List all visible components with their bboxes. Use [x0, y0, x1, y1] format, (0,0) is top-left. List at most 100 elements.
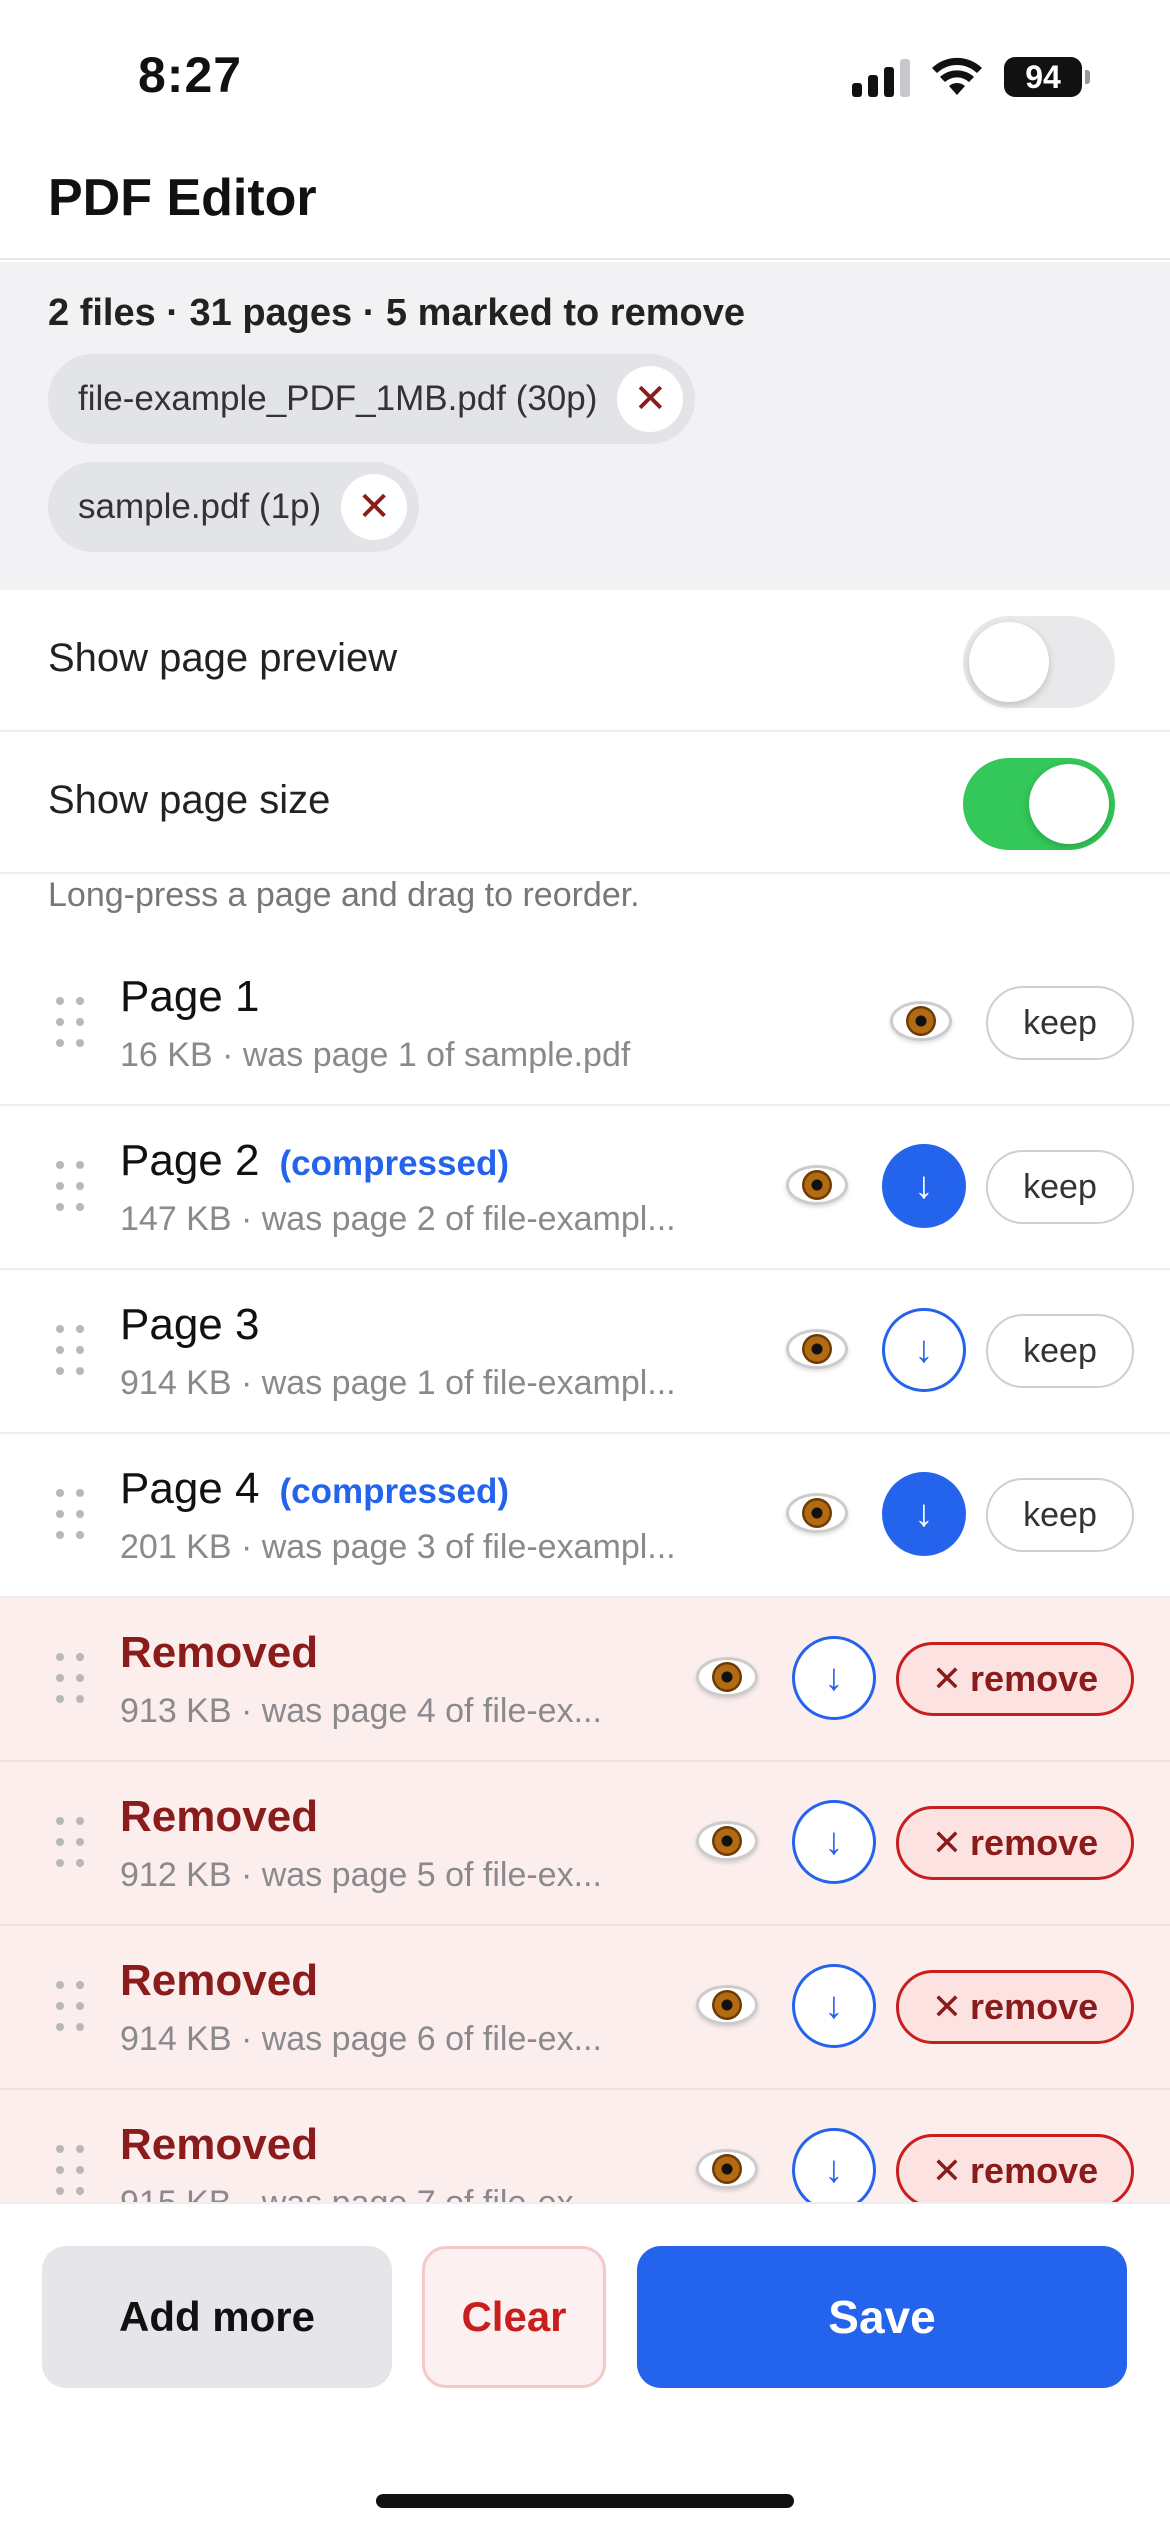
arrow-down-icon[interactable]: ↓	[882, 1308, 966, 1392]
eye-icon[interactable]	[692, 1642, 762, 1712]
page-row[interactable]: Page 4 (compressed) 201 KB · was page 3 of…	[0, 1434, 1170, 1598]
arrow-down-icon[interactable]: ↓	[792, 1636, 876, 1720]
close-icon: ✕	[931, 1822, 963, 1863]
close-icon[interactable]: ✕	[617, 366, 684, 432]
page-row[interactable]: Page 3 914 KB · was page 1 of file-exampl…	[0, 1270, 1170, 1434]
eye-icon[interactable]	[886, 986, 956, 1056]
drag-handle-icon[interactable]	[56, 1161, 84, 1215]
page-row[interactable]: Removed 913 KB · was page 4 of file-ex...…	[0, 1598, 1170, 1762]
page-title-text: Page 1	[120, 972, 260, 1021]
page-title-text: Page 3	[120, 1300, 260, 1349]
page-title: Page 2 (compressed)	[120, 1136, 509, 1186]
page-title: PDF Editor	[48, 169, 317, 227]
setting-label: Show page size	[48, 778, 331, 822]
battery-level: 94	[1004, 57, 1082, 97]
eye-icon[interactable]	[782, 1478, 852, 1548]
page-row[interactable]: Removed 915 KB · was page 7 of file-ex...…	[0, 2090, 1170, 2202]
save-button[interactable]: Save	[637, 2246, 1127, 2388]
arrow-down-icon[interactable]: ↓	[882, 1472, 966, 1556]
remove-button[interactable]: ✕ remove	[896, 1806, 1134, 1880]
bottom-toolbar: Add more Clear Save	[0, 2202, 1170, 2532]
file-chip-label: file-example_PDF_1MB.pdf (30p)	[78, 379, 598, 418]
eye-icon[interactable]	[782, 1150, 852, 1220]
page-title: Removed	[120, 1792, 318, 1842]
show-page-size-toggle[interactable]	[963, 758, 1115, 850]
remove-button-label: remove	[970, 2150, 1099, 2191]
page-title-text: Removed	[120, 1792, 319, 1841]
arrow-down-icon[interactable]: ↓	[882, 1144, 966, 1228]
eye-icon[interactable]	[782, 1314, 852, 1384]
cellular-signal-icon	[852, 57, 910, 97]
battery-icon: 94	[1004, 57, 1090, 97]
page-title: Page 3	[120, 1300, 259, 1350]
status-bar: 8:27 94	[0, 0, 1170, 150]
page-meta: 915 KB · was page 7 of file-ex...	[120, 2184, 672, 2202]
page-list[interactable]: Page 1 16 KB · was page 1 of sample.pdf ke…	[0, 942, 1170, 2202]
reorder-hint: Long-press a page and drag to reorder.	[48, 876, 640, 914]
page-row[interactable]: Page 2 (compressed) 147 KB · was page 2 of…	[0, 1106, 1170, 1270]
arrow-down-icon[interactable]: ↓	[792, 1964, 876, 2048]
close-icon: ✕	[931, 1658, 963, 1699]
page-row[interactable]: Page 1 16 KB · was page 1 of sample.pdf ke…	[0, 942, 1170, 1106]
keep-button[interactable]: keep	[986, 1314, 1134, 1388]
drag-handle-icon[interactable]	[56, 1981, 84, 2035]
page-meta: 914 KB · was page 1 of file-exampl...	[120, 1364, 676, 1402]
page-title-text: Removed	[120, 1628, 319, 1677]
page-title-text: Page 4	[120, 1464, 260, 1513]
nav-bar: PDF Editor	[0, 150, 1170, 260]
remove-button-label: remove	[970, 1658, 1099, 1699]
home-indicator	[376, 2494, 794, 2508]
wifi-icon	[932, 57, 982, 95]
remove-button[interactable]: ✕ remove	[896, 2134, 1134, 2202]
eye-icon[interactable]	[692, 1970, 762, 2040]
status-time: 8:27	[138, 47, 243, 103]
drag-handle-icon[interactable]	[56, 1489, 84, 1543]
page-title-text: Removed	[120, 1956, 319, 2005]
show-page-preview-toggle[interactable]	[963, 616, 1115, 708]
eye-icon[interactable]	[692, 1806, 762, 1876]
page-title: Removed	[120, 1628, 318, 1678]
arrow-down-icon[interactable]: ↓	[792, 2128, 876, 2202]
keep-button[interactable]: keep	[986, 1150, 1134, 1224]
file-chip-label: sample.pdf (1p)	[78, 487, 322, 526]
compressed-badge: (compressed)	[279, 1144, 509, 1183]
drag-handle-icon[interactable]	[56, 997, 84, 1051]
arrow-down-icon[interactable]: ↓	[792, 1800, 876, 1884]
drag-handle-icon[interactable]	[56, 2145, 84, 2199]
setting-show-page-preview: Show page preview	[0, 590, 1170, 732]
page-title: Removed	[120, 2120, 318, 2170]
clear-button[interactable]: Clear	[422, 2246, 606, 2388]
add-more-button[interactable]: Add more	[42, 2246, 392, 2388]
page-row[interactable]: Removed 914 KB · was page 6 of file-ex...…	[0, 1926, 1170, 2090]
page-meta: 912 KB · was page 5 of file-ex...	[120, 1856, 602, 1894]
keep-button[interactable]: keep	[986, 986, 1134, 1060]
eye-icon[interactable]	[692, 2134, 762, 2202]
drag-handle-icon[interactable]	[56, 1817, 84, 1871]
remove-button-label: remove	[970, 1822, 1099, 1863]
page-row[interactable]: Removed 912 KB · was page 5 of file-ex...…	[0, 1762, 1170, 1926]
close-icon[interactable]: ✕	[341, 474, 408, 540]
page-meta: 147 KB · was page 2 of file-exampl...	[120, 1200, 676, 1238]
remove-button[interactable]: ✕ remove	[896, 1970, 1134, 2044]
page-title-text: Removed	[120, 2120, 319, 2169]
remove-button[interactable]: ✕ remove	[896, 1642, 1134, 1716]
setting-show-page-size: Show page size	[0, 732, 1170, 874]
drag-handle-icon[interactable]	[56, 1653, 84, 1707]
page-meta: 16 KB · was page 1 of sample.pdf	[120, 1036, 631, 1074]
page-meta: 913 KB · was page 4 of file-ex...	[120, 1692, 602, 1730]
keep-button[interactable]: keep	[986, 1478, 1134, 1552]
drag-handle-icon[interactable]	[56, 1325, 84, 1379]
page-meta: 914 KB · was page 6 of file-ex...	[120, 2020, 602, 2058]
page-title: Page 4 (compressed)	[120, 1464, 509, 1514]
remove-button-label: remove	[970, 1986, 1099, 2027]
page-meta: 201 KB · was page 3 of file-exampl...	[120, 1528, 676, 1566]
close-icon: ✕	[931, 1986, 963, 2027]
status-icons: 94	[852, 52, 1090, 102]
files-section: 2 files · 31 pages · 5 marked to remove …	[0, 262, 1170, 590]
files-summary: 2 files · 31 pages · 5 marked to remove	[48, 292, 745, 334]
close-icon: ✕	[931, 2150, 963, 2191]
file-chip: sample.pdf (1p) ✕	[48, 462, 420, 552]
compressed-badge: (compressed)	[279, 1472, 509, 1511]
page-title-text: Page 2	[120, 1136, 260, 1185]
file-chip: file-example_PDF_1MB.pdf (30p) ✕	[48, 354, 696, 444]
